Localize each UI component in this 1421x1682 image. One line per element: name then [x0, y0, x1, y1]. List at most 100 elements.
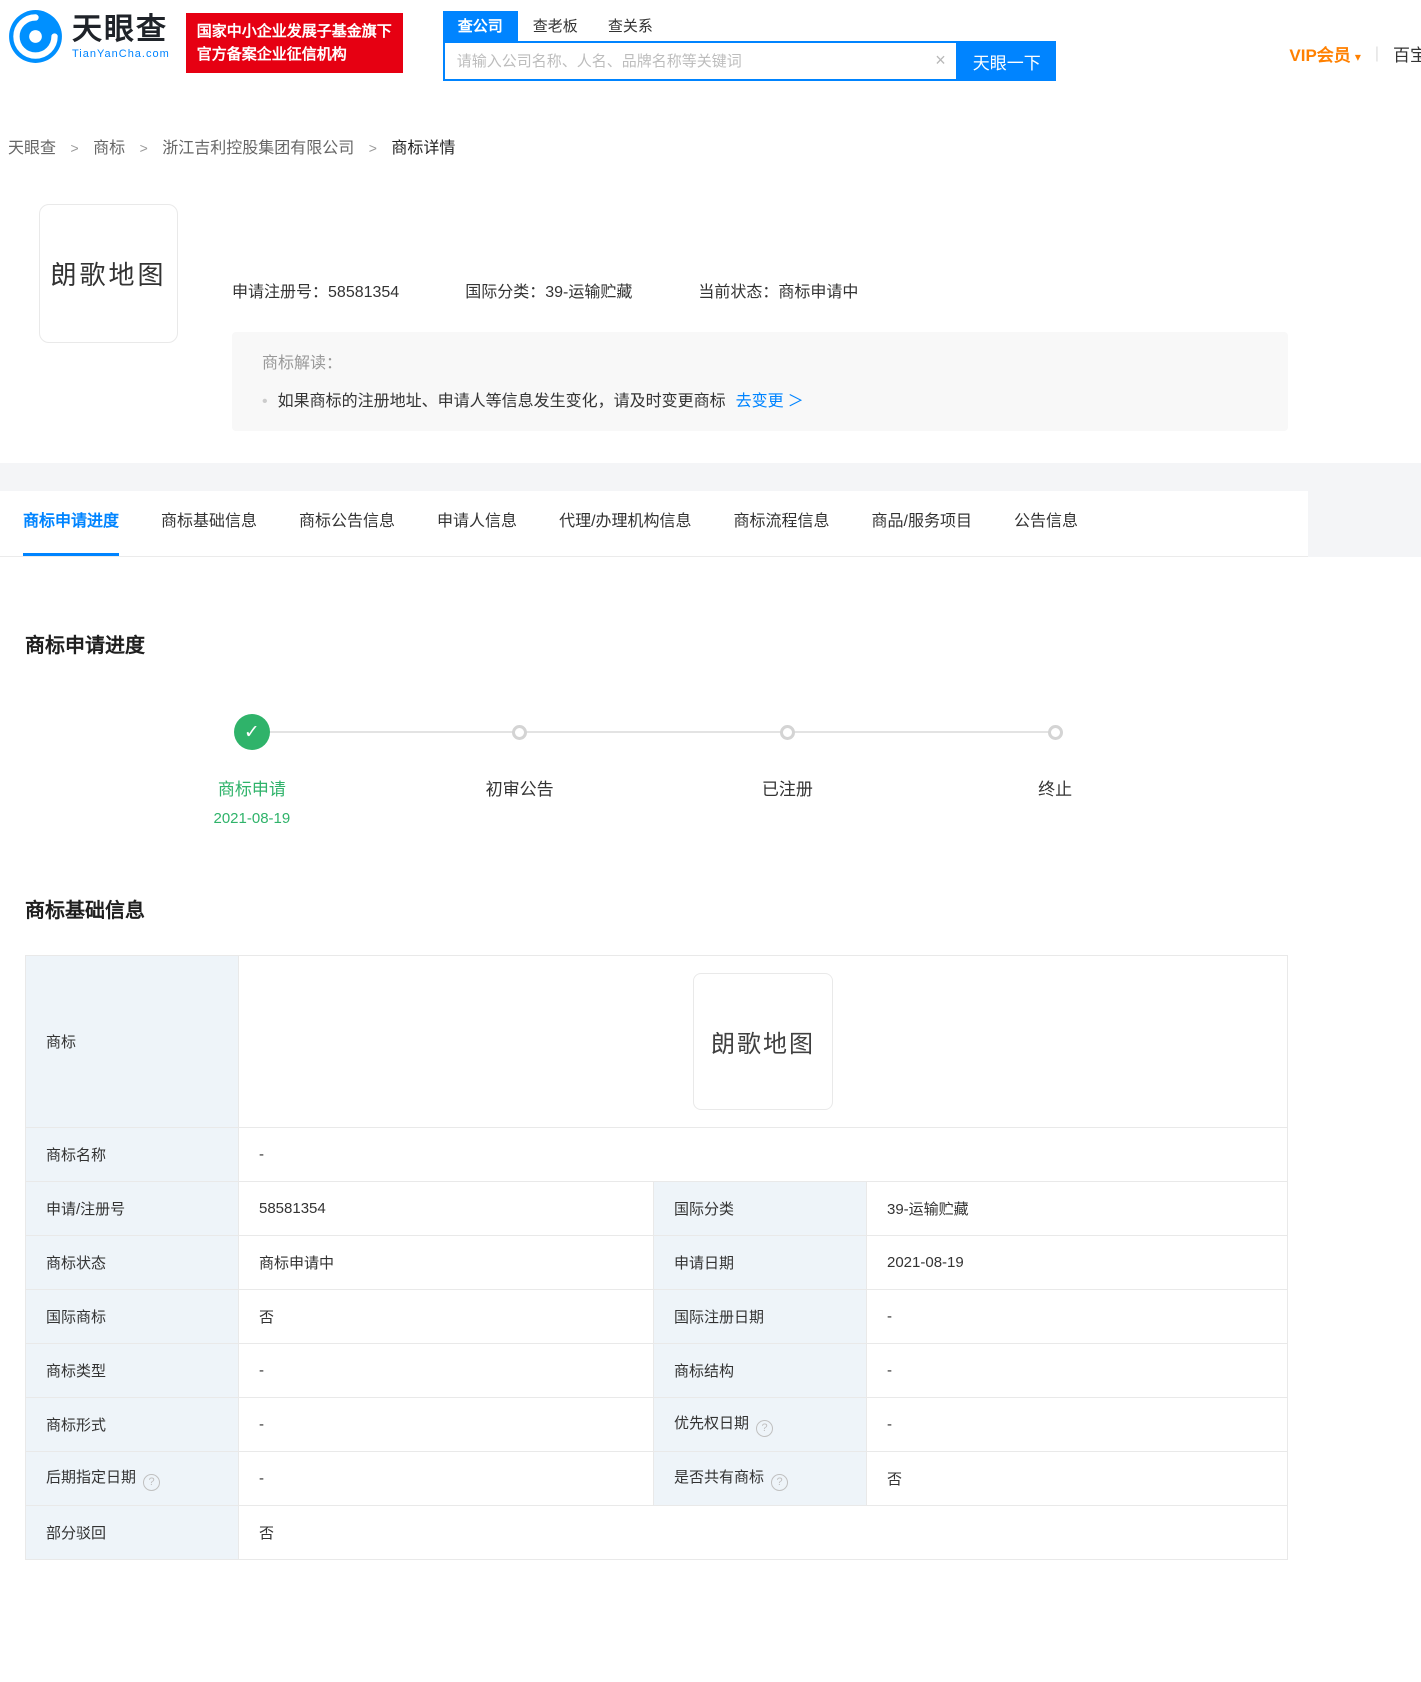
search-tab-company[interactable]: 查公司	[442, 11, 518, 41]
tab-gazette-info[interactable]: 公告信息	[1014, 491, 1078, 556]
info-value: 否	[238, 1505, 1288, 1560]
info-label: 商标结构	[653, 1343, 867, 1398]
header-divider: |	[1374, 44, 1379, 62]
info-value: -	[866, 1343, 1288, 1398]
info-value: -	[238, 1451, 654, 1506]
field-international-class: 国际分类：39-运输贮藏	[465, 284, 633, 301]
help-icon[interactable]: ?	[143, 1473, 161, 1491]
progress-timeline: ✓ 商标申请 2021-08-19 初审公告 已注册 终止	[118, 714, 1189, 828]
tab-basic-info[interactable]: 商标基础信息	[161, 491, 257, 556]
pending-circle-icon	[512, 724, 528, 740]
trademark-image[interactable]: 朗歌地图	[39, 204, 178, 343]
table-row: 商标形式 - 优先权日期? -	[25, 1397, 1288, 1452]
search-tabs: 查公司 查老板 查关系	[442, 11, 1056, 41]
step-label: 商标申请	[217, 780, 286, 799]
info-label: 国际分类	[653, 1181, 867, 1236]
tab-agency-info[interactable]: 代理/办理机构信息	[559, 491, 691, 556]
top-header: 天眼查 TianYanCha.com 国家中小企业发展子基金旗下 官方备案企业征…	[0, 0, 1421, 92]
step-label: 终止	[1038, 780, 1073, 799]
info-label: 商标名称	[25, 1127, 239, 1182]
logo-title: 天眼查	[72, 13, 168, 46]
info-label: 申请/注册号	[25, 1181, 239, 1236]
timeline-step-terminated: 终止	[921, 714, 1189, 828]
help-icon[interactable]: ?	[771, 1473, 789, 1491]
trademark-summary: 朗歌地图 申请注册号：58581354 国际分类：39-运输贮藏 当前状态：商标…	[0, 204, 1421, 431]
pending-circle-icon	[1047, 724, 1063, 740]
search-area: 查公司 查老板 查关系 × 天眼一下	[442, 11, 1056, 81]
info-value: -	[238, 1127, 1288, 1182]
info-value: 否	[238, 1289, 654, 1344]
search-input[interactable]	[444, 43, 956, 79]
note-line: • 如果商标的注册地址、申请人等信息发生变化，请及时变更商标 去变更＞	[262, 387, 1268, 411]
search-tab-boss[interactable]: 查老板	[518, 11, 593, 41]
clear-search-icon[interactable]: ×	[935, 50, 946, 71]
info-label: 商标形式	[25, 1397, 239, 1452]
caret-down-icon: ▾	[1354, 50, 1361, 64]
info-value: 商标申请中	[238, 1235, 654, 1290]
breadcrumb-home[interactable]: 天眼查	[8, 140, 56, 157]
table-row: 部分驳回 否	[25, 1505, 1288, 1560]
detail-tabs: 商标申请进度 商标基础信息 商标公告信息 申请人信息 代理/办理机构信息 商标流…	[0, 491, 1308, 557]
change-trademark-link[interactable]: 去变更＞	[736, 393, 804, 410]
info-value: 否	[866, 1451, 1288, 1506]
main-content: 商标申请进度 ✓ 商标申请 2021-08-19 初审公告 已注册 终止 商标基…	[0, 629, 1421, 1640]
info-label: 后期指定日期?	[25, 1451, 239, 1506]
tab-application-progress[interactable]: 商标申请进度	[23, 491, 120, 556]
info-label: 国际商标	[25, 1289, 239, 1344]
timeline-step-registered: 已注册	[654, 714, 922, 828]
breadcrumb-separator: >	[70, 140, 79, 156]
trademark-image-text: 朗歌地图	[50, 260, 167, 290]
field-current-status: 当前状态：商标申请中	[698, 284, 859, 301]
timeline-step-application: ✓ 商标申请 2021-08-19	[118, 714, 386, 828]
basic-info-table: 商标 朗歌地图 商标名称 - 申请/注册号 58581354 国际分类 39-运…	[25, 955, 1288, 1560]
tianyancha-logo[interactable]: 天眼查 TianYanCha.com	[8, 9, 170, 64]
note-title: 商标解读：	[262, 355, 343, 372]
info-label: 商标	[25, 955, 239, 1128]
tab-goods-services[interactable]: 商品/服务项目	[872, 491, 972, 556]
info-label: 申请日期	[653, 1235, 867, 1290]
trademark-image-table[interactable]: 朗歌地图	[693, 973, 833, 1110]
search-button[interactable]: 天眼一下	[957, 41, 1056, 81]
table-row: 后期指定日期? - 是否共有商标? 否	[25, 1451, 1288, 1506]
tab-announcement-info[interactable]: 商标公告信息	[299, 491, 395, 556]
info-label: 商标状态	[25, 1235, 239, 1290]
breadcrumb: 天眼查 > 商标 > 浙江吉利控股集团有限公司 > 商标详情	[8, 134, 1421, 158]
info-label: 优先权日期?	[653, 1397, 867, 1452]
section-title-progress: 商标申请进度	[25, 635, 145, 657]
note-text: 如果商标的注册地址、申请人等信息发生变化，请及时变更商标	[277, 393, 726, 410]
chevron-right-icon: ＞	[787, 393, 804, 410]
breadcrumb-company[interactable]: 浙江吉利控股集团有限公司	[162, 140, 354, 157]
info-value: 朗歌地图	[238, 955, 1288, 1128]
search-input-wrap: ×	[442, 41, 958, 81]
vip-member-link[interactable]: VIP会员 ▾	[1289, 41, 1360, 66]
tianyancha-logo-icon	[9, 10, 62, 63]
breadcrumb-current: 商标详情	[391, 140, 456, 157]
header-right: VIP会员 ▾ | 百宝	[1289, 41, 1421, 66]
search-tab-relation[interactable]: 查关系	[593, 11, 668, 41]
search-bar: × 天眼一下	[442, 41, 1056, 81]
section-title-basic-info: 商标基础信息	[25, 900, 145, 922]
table-row: 申请/注册号 58581354 国际分类 39-运输贮藏	[25, 1181, 1288, 1236]
info-value: 58581354	[238, 1181, 654, 1236]
toolbox-link[interactable]: 百宝	[1393, 41, 1421, 66]
tab-applicant-info[interactable]: 申请人信息	[437, 491, 517, 556]
trademark-note: 商标解读： • 如果商标的注册地址、申请人等信息发生变化，请及时变更商标 去变更＞	[232, 332, 1288, 431]
table-row: 商标类型 - 商标结构 -	[25, 1343, 1288, 1398]
step-date: 2021-08-19	[213, 810, 291, 827]
table-row: 国际商标 否 国际注册日期 -	[25, 1289, 1288, 1344]
info-label: 商标类型	[25, 1343, 239, 1398]
breadcrumb-separator: >	[368, 140, 377, 156]
breadcrumb-trademark[interactable]: 商标	[93, 140, 125, 157]
timeline-step-preliminary: 初审公告	[386, 714, 654, 828]
info-value: 39-运输贮藏	[866, 1181, 1288, 1236]
step-label: 已注册	[761, 780, 813, 799]
help-icon[interactable]: ?	[756, 1419, 774, 1437]
check-circle-icon: ✓	[233, 714, 270, 750]
table-row: 商标状态 商标申请中 申请日期 2021-08-19	[25, 1235, 1288, 1290]
table-row: 商标名称 -	[25, 1127, 1288, 1182]
info-label: 是否共有商标?	[653, 1451, 867, 1506]
bullet-icon: •	[262, 393, 268, 410]
info-label: 国际注册日期	[653, 1289, 867, 1344]
tab-process-info[interactable]: 商标流程信息	[734, 491, 830, 556]
info-label: 部分驳回	[25, 1505, 239, 1560]
